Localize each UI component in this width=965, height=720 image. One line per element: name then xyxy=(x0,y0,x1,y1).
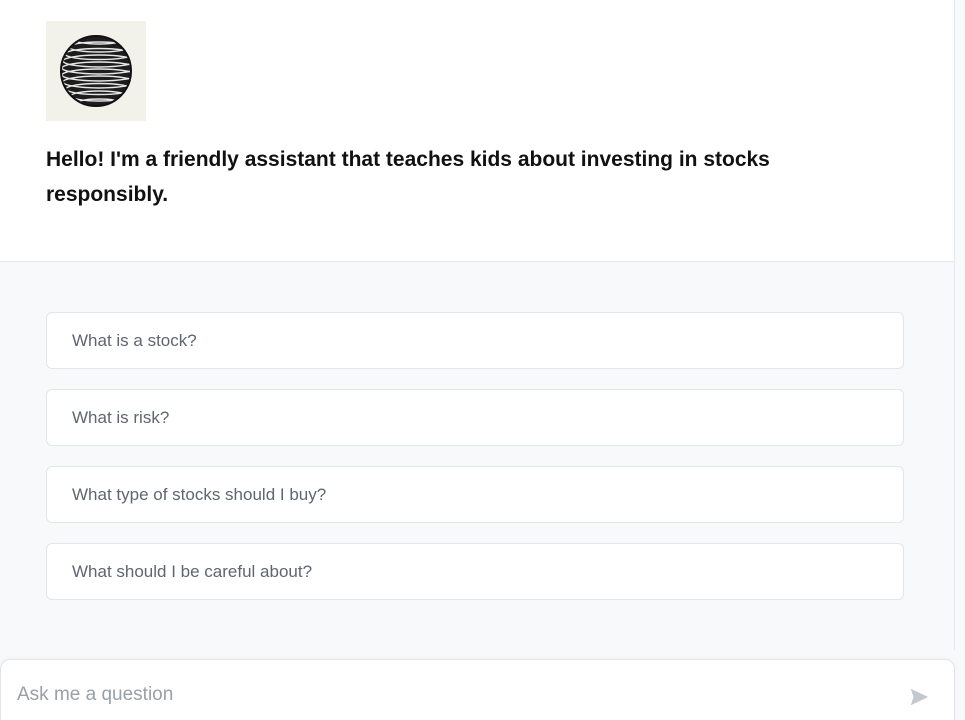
question-input[interactable] xyxy=(17,680,877,710)
suggestion-what-is-a-stock[interactable]: What is a stock? xyxy=(46,312,904,369)
suggestion-what-to-be-careful-about[interactable]: What should I be careful about? xyxy=(46,543,904,600)
chat-panel: Hello! I'm a friendly assistant that tea… xyxy=(0,0,955,650)
greeting-text: Hello! I'm a friendly assistant that tea… xyxy=(46,148,770,206)
send-button[interactable] xyxy=(906,684,932,710)
chat-page: Hello! I'm a friendly assistant that tea… xyxy=(0,0,965,720)
suggestion-list: What is a stock? What is risk? What type… xyxy=(46,312,904,620)
welcome-section: Hello! I'm a friendly assistant that tea… xyxy=(0,0,954,262)
send-icon xyxy=(910,688,929,706)
striped-sphere-icon xyxy=(60,35,132,107)
assistant-avatar xyxy=(46,21,146,121)
suggestion-what-is-risk[interactable]: What is risk? xyxy=(46,389,904,446)
message-composer xyxy=(0,659,955,720)
suggestion-what-type-of-stocks[interactable]: What type of stocks should I buy? xyxy=(46,466,904,523)
